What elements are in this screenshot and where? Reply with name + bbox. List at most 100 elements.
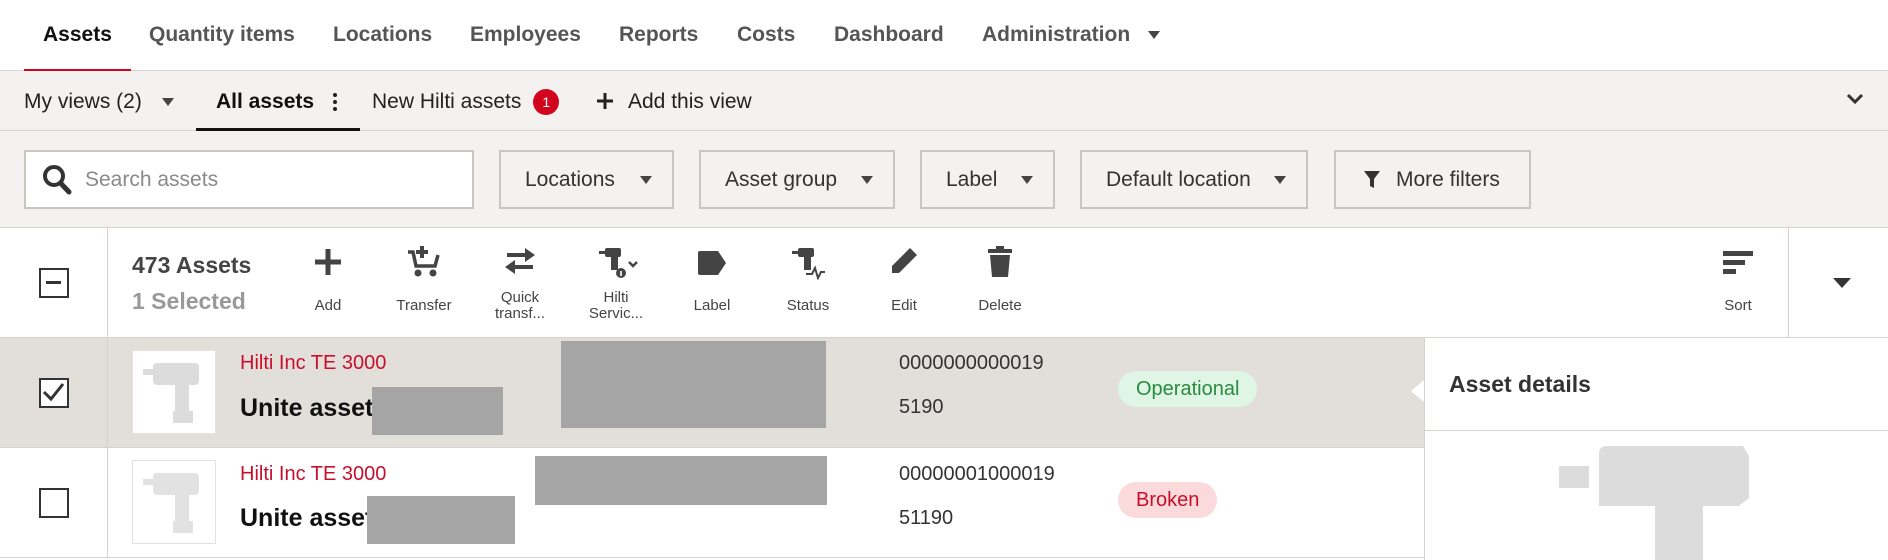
- edit-button[interactable]: Edit: [859, 246, 949, 326]
- more-vertical-icon[interactable]: [333, 93, 337, 111]
- nav-tab-assets[interactable]: Assets: [24, 0, 131, 72]
- status-label: Status: [786, 297, 830, 314]
- asset-thumbnail: [132, 350, 216, 434]
- tag-icon: [698, 251, 726, 275]
- locations-filter[interactable]: Locations: [499, 150, 674, 209]
- quick-transfer-label: Quick transf...: [475, 290, 565, 322]
- chevron-down-icon: [640, 176, 652, 184]
- redacted-block: [561, 341, 826, 428]
- action-toolbar: 473 Assets 1 Selected Add Transfer Quick…: [0, 228, 1888, 338]
- plus-icon: [597, 93, 613, 109]
- nav-tab-administration-label: Administration: [982, 23, 1131, 46]
- swap-arrows-icon: [505, 248, 535, 274]
- redacted-block: [367, 496, 515, 544]
- more-filters-label: More filters: [1396, 168, 1500, 191]
- filter-icon: [1364, 171, 1380, 188]
- chevron-down-icon: [1021, 176, 1033, 184]
- divider: [1425, 430, 1888, 431]
- quick-transfer-label-line1: Quick: [500, 289, 540, 306]
- quick-transfer-button[interactable]: Quick transf...: [475, 246, 565, 326]
- asset-group-filter-label: Asset group: [725, 168, 838, 191]
- label-filter-label: Label: [946, 168, 998, 191]
- status-badge: Broken: [1118, 482, 1218, 518]
- asset-manufacturer[interactable]: Hilti Inc TE 3000: [240, 352, 386, 375]
- sort-icon: [1723, 251, 1753, 274]
- add-label: Add: [314, 297, 342, 314]
- more-filters-button[interactable]: More filters: [1334, 150, 1531, 209]
- asset-manufacturer[interactable]: Hilti Inc TE 3000: [240, 463, 386, 486]
- add-this-view-button[interactable]: Add this view: [596, 71, 752, 131]
- search-placeholder: Search assets: [85, 168, 219, 191]
- row-checkbox[interactable]: [39, 378, 69, 408]
- status-button[interactable]: Status: [763, 246, 853, 326]
- hilti-service-label-line1: Hilti: [603, 289, 629, 306]
- view-new-hilti-assets[interactable]: New Hilti assets 1: [372, 71, 560, 131]
- nav-tab-locations[interactable]: Locations: [333, 0, 432, 71]
- nav-tab-reports[interactable]: Reports: [619, 0, 698, 71]
- asset-name[interactable]: Unite asset: [240, 504, 373, 533]
- chevron-down-icon: [861, 176, 873, 184]
- view-new-hilti-label: New Hilti assets: [372, 90, 522, 113]
- nav-tab-quantity-items[interactable]: Quantity items: [149, 0, 295, 71]
- add-button[interactable]: Add: [283, 246, 373, 326]
- search-input[interactable]: Search assets: [24, 150, 474, 209]
- view-all-assets[interactable]: All assets: [216, 71, 314, 131]
- select-all-column: [0, 228, 108, 338]
- locations-filter-label: Locations: [525, 168, 615, 191]
- transfer-button[interactable]: Transfer: [379, 246, 469, 326]
- hilti-service-label-line2: Servic...: [588, 305, 644, 322]
- redacted-block: [372, 387, 503, 435]
- nav-tab-dashboard[interactable]: Dashboard: [834, 0, 944, 71]
- row-checkbox[interactable]: [39, 488, 69, 518]
- asset-details-panel: Asset details: [1411, 338, 1888, 560]
- table-row[interactable]: Hilti Inc TE 3000 Unite asset 0000000000…: [0, 338, 1424, 448]
- nav-tab-administration[interactable]: Administration: [982, 0, 1161, 71]
- views-bar: My views (2) All assets New Hilti assets…: [0, 71, 1888, 131]
- label-button[interactable]: Label: [667, 246, 757, 326]
- trash-icon: [988, 246, 1012, 277]
- drill-service-icon: [599, 248, 638, 278]
- my-views-dropdown[interactable]: My views (2): [24, 71, 174, 131]
- drill-icon: [143, 473, 199, 533]
- toolbar-divider: [1788, 228, 1789, 338]
- search-icon: [43, 165, 72, 195]
- chevron-down-icon[interactable]: [1846, 93, 1864, 105]
- panel-pointer: [1411, 380, 1424, 402]
- hilti-service-button[interactable]: Hilti Servic...: [571, 246, 661, 326]
- label-filter[interactable]: Label: [920, 150, 1055, 209]
- asset-name[interactable]: Unite asset: [240, 394, 373, 423]
- sort-label: Sort: [1724, 297, 1752, 314]
- asset-serial-number: 0000000000019: [899, 352, 1044, 374]
- asset-serial-number: 00000001000019: [899, 463, 1055, 485]
- select-all-checkbox[interactable]: [39, 268, 69, 298]
- drill-icon: [1559, 446, 1749, 560]
- pencil-icon: [892, 248, 917, 273]
- default-location-filter[interactable]: Default location: [1080, 150, 1308, 209]
- status-badge: Operational: [1118, 371, 1258, 407]
- nav-tab-employees[interactable]: Employees: [470, 0, 581, 71]
- chevron-down-icon: [1274, 176, 1286, 184]
- asset-inventory-number: 51190: [899, 507, 954, 529]
- asset-inventory-number: 5190: [899, 396, 944, 418]
- table-row[interactable]: Hilti Inc TE 3000 Unite asset 0000000100…: [0, 448, 1424, 558]
- my-views-label: My views (2): [24, 90, 142, 113]
- asset-group-filter[interactable]: Asset group: [699, 150, 895, 209]
- sort-button[interactable]: Sort: [1693, 246, 1783, 326]
- delete-button[interactable]: Delete: [955, 246, 1045, 326]
- row-checkbox-column: [0, 338, 108, 448]
- chevron-down-icon[interactable]: [1832, 277, 1852, 289]
- asset-count: 473 Assets: [132, 252, 252, 278]
- plus-icon: [315, 249, 341, 275]
- asset-thumbnail: [132, 460, 216, 544]
- nav-tab-costs[interactable]: Costs: [737, 0, 795, 71]
- drill-icon: [143, 363, 199, 423]
- redacted-block: [535, 456, 827, 505]
- chevron-down-icon: [1148, 31, 1161, 40]
- label-label: Label: [693, 297, 731, 314]
- asset-details-title: Asset details: [1449, 371, 1591, 397]
- edit-label: Edit: [891, 297, 917, 314]
- cart-transfer-icon: [408, 246, 440, 277]
- hilti-service-label: Hilti Servic...: [571, 290, 661, 322]
- row-checkbox-column: [0, 448, 108, 558]
- selected-count: 1 Selected: [132, 288, 246, 314]
